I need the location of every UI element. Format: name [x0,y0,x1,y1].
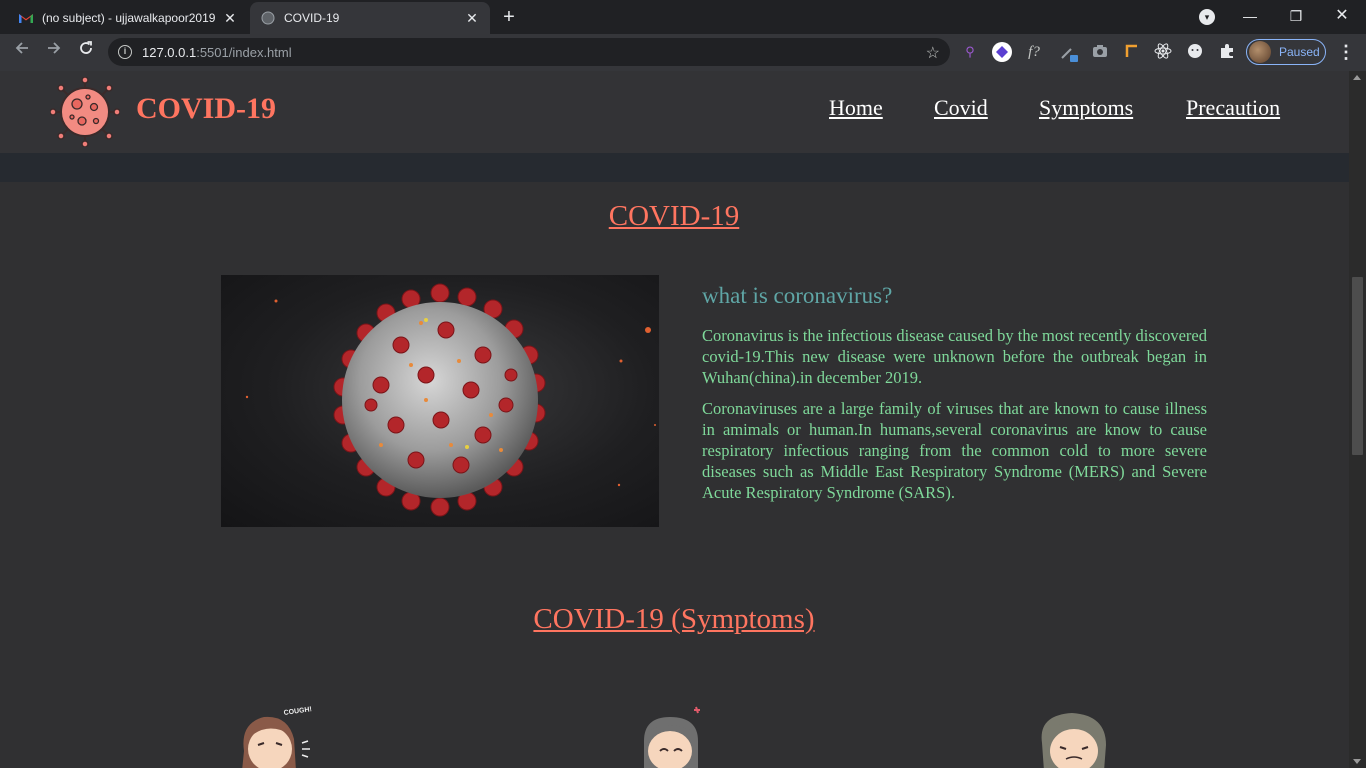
browser-tab-bar: (no subject) - ujjawalkapoor2019 ✕ COVID… [0,0,1366,34]
back-arrow-icon[interactable] [10,40,34,64]
address-bar[interactable]: i 127.0.0.1:5501/index.html ☆ [108,38,950,66]
close-tab-icon[interactable]: ✕ [464,10,480,26]
what-is-coronavirus-heading: what is coronavirus? [702,283,893,308]
tab-title: (no subject) - ujjawalkapoor2019 [42,11,216,25]
coronavirus-image [221,275,659,527]
cough-caption: COUGH! [283,706,312,717]
tab-search-icon[interactable]: ▾ [1199,9,1215,25]
puzzle-extensions-icon[interactable] [1217,42,1237,62]
new-tab-button[interactable]: + [498,7,520,29]
function-extension-icon[interactable]: f? [1024,42,1044,62]
camera-extension-icon[interactable] [1090,42,1110,62]
avatar [1249,41,1271,63]
site-brand[interactable]: COVID-19 [136,92,276,126]
scrollbar-thumb[interactable] [1352,277,1363,455]
scroll-up-arrow-icon[interactable] [1353,75,1361,80]
minimize-icon[interactable]: — [1238,4,1262,28]
header-band [0,153,1349,182]
globe-icon [260,10,276,26]
profile-status: Paused [1279,45,1320,59]
url-path: :5501/index.html [196,44,292,60]
virus-logo-icon[interactable] [49,76,121,148]
close-window-icon[interactable]: ✕ [1330,4,1354,28]
nav-precaution[interactable]: Precaution [1186,95,1280,121]
coronavirus-paragraph-2: Coronaviruses are a large family of viru… [702,399,1207,502]
ruler-extension-icon[interactable] [1122,42,1142,62]
purple-diamond-extension-icon[interactable] [992,42,1012,62]
browser-toolbar: i 127.0.0.1:5501/index.html ☆ ⚲ f? Pause… [0,34,1366,71]
fever-symptom-illustration [640,701,720,768]
url-host: 127.0.0.1 [142,44,197,60]
tab-title: COVID-19 [284,11,340,25]
nav-home[interactable]: Home [829,95,883,121]
tab-covid[interactable]: COVID-19 ✕ [250,2,490,34]
page-viewport: COVID-19 Home Covid Symptoms Precaution … [0,71,1349,768]
symptoms-section-title: COVID-19 (Symptoms) [533,603,815,635]
close-tab-icon[interactable]: ✕ [222,10,238,26]
forward-arrow-icon[interactable] [42,40,66,64]
reload-icon[interactable] [74,40,98,64]
bookmark-star-icon[interactable]: ☆ [926,43,940,63]
restore-icon[interactable]: ❐ [1284,4,1308,28]
browser-menu-icon[interactable]: ⋮ [1336,40,1356,64]
site-header: COVID-19 Home Covid Symptoms Precaution [0,71,1349,153]
tiredness-symptom-illustration [1038,701,1118,768]
tab-gmail[interactable]: (no subject) - ujjawalkapoor2019 ✕ [8,2,248,34]
react-devtools-icon[interactable] [1153,42,1173,62]
search-extension-icon[interactable]: ⚲ [960,42,980,62]
scroll-down-arrow-icon[interactable] [1353,759,1361,764]
page-scrollbar[interactable] [1349,71,1366,768]
eyedropper-extension-icon[interactable] [1058,42,1078,62]
covid-section-title: COVID-19 [608,200,740,232]
profile-button[interactable]: Paused [1246,39,1326,65]
site-info-icon[interactable]: i [118,45,132,59]
nav-symptoms[interactable]: Symptoms [1039,95,1133,121]
face-extension-icon[interactable] [1185,42,1205,62]
nav-covid[interactable]: Covid [934,95,988,121]
coronavirus-paragraph-1: Coronavirus is the infectious disease ca… [702,326,1207,387]
cough-symptom-illustration: COUGH! [238,701,318,768]
gmail-icon [18,10,34,26]
